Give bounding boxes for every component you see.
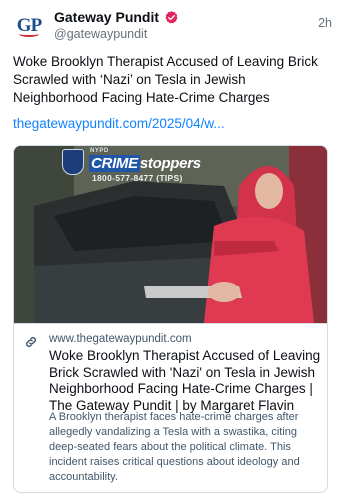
card-description: A Brooklyn therapist faces hate-crime ch… xyxy=(49,411,300,483)
name-row: Gateway Pundit xyxy=(54,9,179,25)
card-domain: www.thegatewaypundit.com xyxy=(49,333,192,345)
post-link[interactable]: thegatewaypundit.com/2025/04/w... xyxy=(13,116,225,131)
link-preview-card[interactable]: NYPD CRIME stoppers 1800-577-8477 (TIPS) … xyxy=(13,145,328,493)
tips-phone: 1800-577-8477 (TIPS) xyxy=(92,173,183,183)
link-chain-icon xyxy=(26,337,36,347)
post-time[interactable]: 2h xyxy=(318,16,332,30)
nypd-label: NYPD xyxy=(90,148,109,154)
crimestoppers-badge: NYPD CRIME stoppers 1800-577-8477 (TIPS) xyxy=(62,148,202,185)
card-meta[interactable]: www.thegatewaypundit.com Woke Brooklyn T… xyxy=(14,323,327,492)
display-name[interactable]: Gateway Pundit xyxy=(54,9,159,25)
post-header: GP Gateway Pundit @gatewaypundit 2h xyxy=(12,8,332,44)
verified-badge-icon xyxy=(165,10,178,23)
avatar[interactable]: GP xyxy=(12,8,46,42)
card-image[interactable]: NYPD CRIME stoppers 1800-577-8477 (TIPS) xyxy=(14,146,327,323)
handle[interactable]: @gatewaypundit xyxy=(54,27,147,41)
post-text: Woke Brooklyn Therapist Accused of Leavi… xyxy=(13,54,318,105)
avatar-swoosh xyxy=(19,31,39,37)
card-title[interactable]: Woke Brooklyn Therapist Accused of Leavi… xyxy=(49,348,321,414)
nypd-shield-icon xyxy=(62,149,84,175)
crimestoppers-word: CRIME stoppers xyxy=(89,155,201,172)
